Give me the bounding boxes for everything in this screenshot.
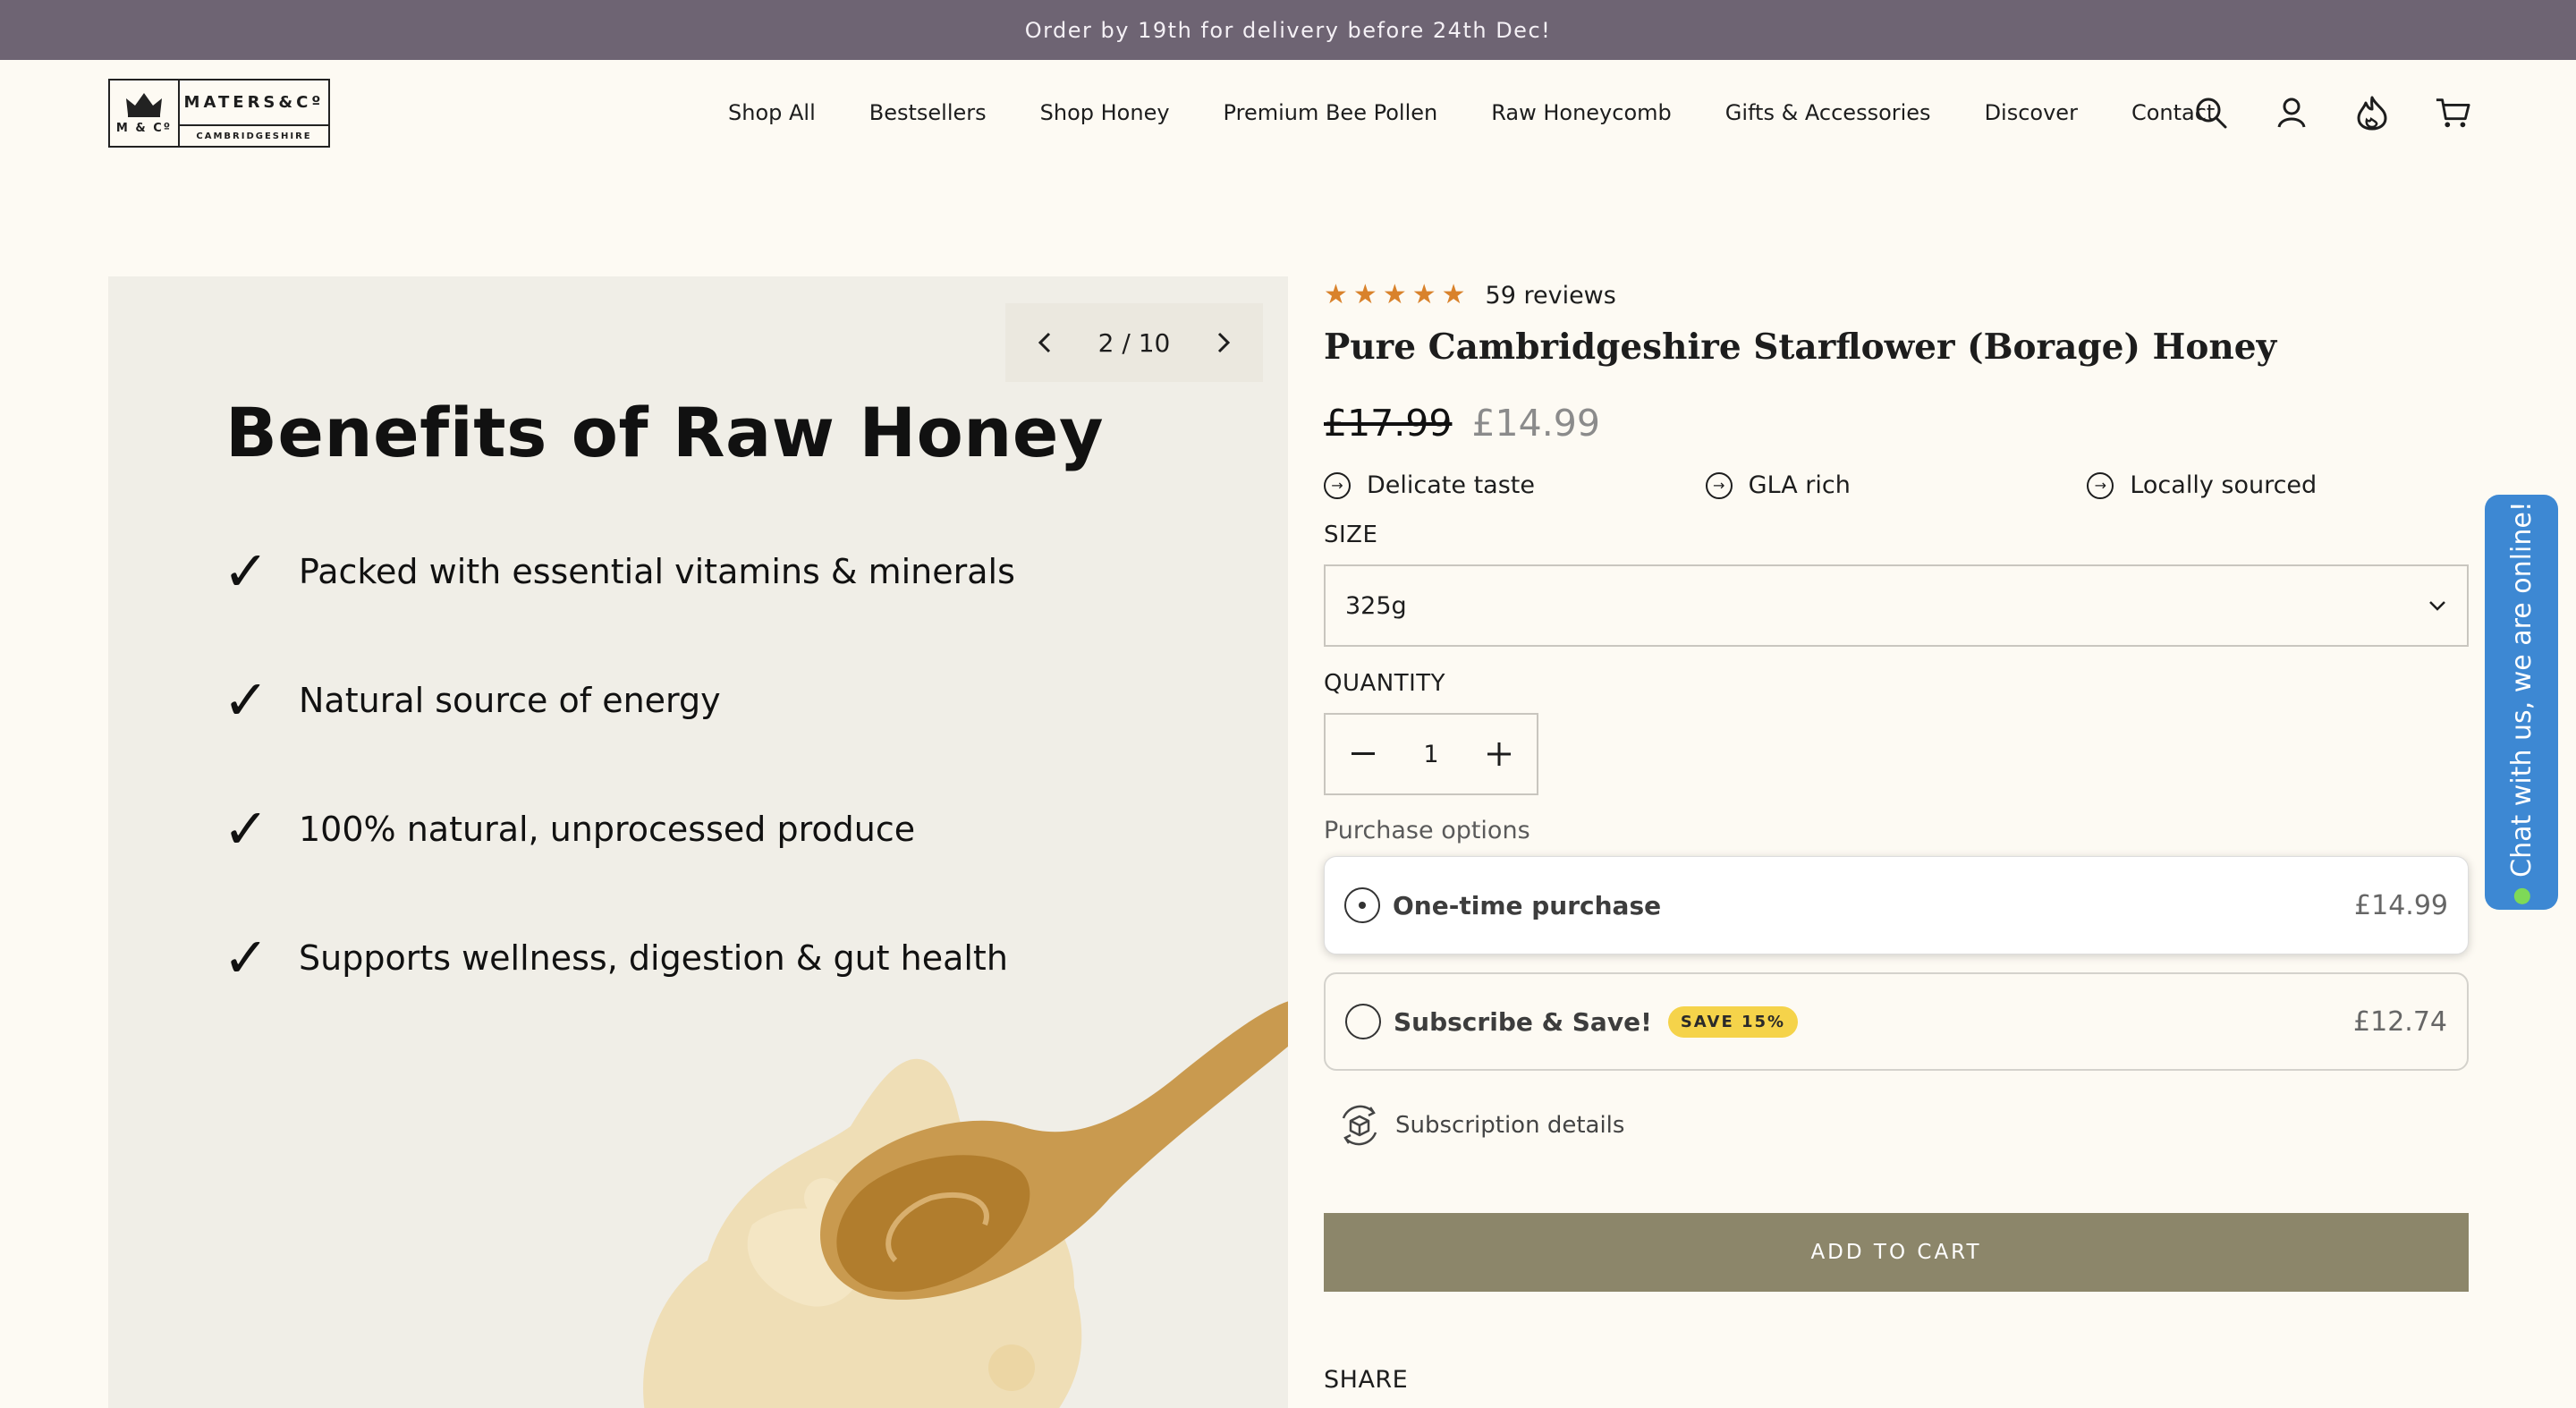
site-logo[interactable]: M & Cº MATERS&Cº CAMBRIDGESHIRE (108, 79, 330, 148)
option-price: £14.99 (2354, 889, 2448, 921)
search-icon[interactable] (2193, 92, 2229, 133)
feature-item: → Delicate taste (1324, 471, 1706, 499)
option-price: £12.74 (2353, 1005, 2447, 1038)
rating-row[interactable]: ★ ★ ★ ★ ★ 59 reviews (1324, 276, 1616, 314)
checkmark-icon: ✓ (223, 667, 269, 733)
star-icon: ★ (1352, 279, 1377, 310)
logo-monogram: M & Cº (115, 122, 173, 135)
chat-label: Chat with us, we are online! (2505, 500, 2538, 878)
purchase-options-label: Purchase options (1324, 817, 1530, 844)
nav-shop-honey[interactable]: Shop Honey (1040, 100, 1170, 125)
gallery-heading: Benefits of Raw Honey (225, 393, 1104, 472)
logo-brand: MATERS&Cº (180, 81, 328, 126)
star-icon: ★ (1411, 279, 1436, 310)
reviews-count[interactable]: 59 reviews (1486, 282, 1616, 310)
gallery-pager: 2 / 10 (1005, 303, 1263, 382)
nav-discover[interactable]: Discover (1985, 100, 2078, 125)
benefit-text: Packed with essential vitamins & mineral… (299, 552, 1015, 591)
announcement-text: Order by 19th for delivery before 24th D… (1024, 17, 1552, 43)
minus-icon[interactable] (1347, 738, 1379, 770)
save-badge: SAVE 15% (1667, 1005, 1799, 1038)
benefit-text: 100% natural, unprocessed produce (299, 810, 916, 849)
subscribe-save-option[interactable]: Subscribe & Save! SAVE 15% £12.74 (1324, 972, 2469, 1071)
logo-county: CAMBRIDGESHIRE (196, 131, 312, 141)
checkmark-icon: ✓ (223, 539, 269, 604)
benefit-text: Supports wellness, digestion & gut healt… (299, 938, 1008, 978)
arrow-right-circle-icon: → (1705, 471, 1733, 499)
account-icon[interactable] (2274, 92, 2309, 133)
announcement-bar: Order by 19th for delivery before 24th D… (0, 0, 2576, 60)
add-to-cart-button[interactable]: ADD TO CART (1324, 1213, 2469, 1292)
feature-text: Delicate taste (1367, 471, 1535, 499)
nav-gifts-accessories[interactable]: Gifts & Accessories (1725, 100, 1931, 125)
benefit-item: ✓ Supports wellness, digestion & gut heal… (223, 925, 1015, 990)
subscription-details-link[interactable]: Subscription details (1395, 1112, 1624, 1139)
radio-unselected[interactable] (1345, 1004, 1381, 1039)
chat-widget-tab[interactable]: Chat with us, we are online! (2485, 495, 2558, 910)
star-icon: ★ (1382, 279, 1407, 310)
share-label[interactable]: SHARE (1324, 1366, 1408, 1394)
original-price: £17.99 (1324, 402, 1453, 445)
size-label: SIZE (1324, 522, 1378, 548)
plus-icon[interactable] (1483, 738, 1515, 770)
benefit-item: ✓ Packed with essential vitamins & minera… (223, 539, 1015, 604)
benefits-list: ✓ Packed with essential vitamins & minera… (223, 539, 1015, 1060)
star-icon: ★ (1441, 279, 1466, 310)
subscription-box-icon (1342, 1105, 1377, 1146)
feature-text: Locally sourced (2130, 471, 2318, 499)
benefit-text: Natural source of energy (299, 681, 721, 720)
benefit-item: ✓ 100% natural, unprocessed produce (223, 796, 1015, 861)
size-value: 325g (1345, 591, 1407, 620)
quantity-value[interactable]: 1 (1423, 741, 1438, 768)
main-nav: Shop All Bestsellers Shop Honey Premium … (728, 95, 2215, 131)
crown-icon (126, 93, 162, 117)
star-icon: ★ (1324, 279, 1348, 310)
product-title: Pure Cambridgeshire Starflower (Borage) … (1324, 327, 2277, 368)
product-gallery: 2 / 10 Benefits of Raw Honey ✓ Packed wit… (108, 276, 1288, 1408)
nav-shop-all[interactable]: Shop All (728, 100, 816, 125)
cart-icon[interactable] (2435, 92, 2470, 133)
header-icons (2193, 92, 2470, 133)
price-block: £17.99 £14.99 (1324, 402, 1600, 445)
star-rating: ★ ★ ★ ★ ★ (1324, 282, 1466, 309)
nav-premium-bee-pollen[interactable]: Premium Bee Pollen (1224, 100, 1438, 125)
subscription-details[interactable]: Subscription details (1335, 1100, 1624, 1150)
sale-price: £14.99 (1471, 402, 1600, 445)
one-time-purchase-option[interactable]: One-time purchase £14.99 (1324, 856, 2469, 954)
size-select[interactable]: 325g (1324, 564, 2469, 647)
quantity-stepper: 1 (1324, 713, 1538, 795)
logo-crown-box: M & Cº (110, 81, 180, 146)
chevron-right-icon[interactable] (1211, 330, 1236, 355)
arrow-right-circle-icon: → (2087, 471, 2114, 499)
gallery-page-indicator: 2 / 10 (1097, 327, 1171, 358)
nav-raw-honeycomb[interactable]: Raw Honeycomb (1491, 100, 1672, 125)
option-name: Subscribe & Save! (1394, 1006, 1652, 1037)
feature-item: → GLA rich (1705, 471, 2088, 499)
honey-spoon-image (643, 1001, 1288, 1408)
feature-text: GLA rich (1748, 471, 1851, 499)
loyalty-flame-icon[interactable] (2354, 92, 2390, 133)
chevron-left-icon[interactable] (1032, 330, 1057, 355)
feature-list: → Delicate taste → GLA rich → Locally so… (1324, 471, 2469, 499)
option-name: One-time purchase (1393, 890, 1662, 920)
feature-item: → Locally sourced (2087, 471, 2469, 499)
radio-selected[interactable] (1344, 887, 1380, 923)
online-status-icon (2513, 887, 2530, 904)
benefit-item: ✓ Natural source of energy (223, 667, 1015, 733)
checkmark-icon: ✓ (223, 925, 269, 990)
chevron-down-icon (2429, 601, 2445, 611)
nav-bestsellers[interactable]: Bestsellers (869, 100, 987, 125)
checkmark-icon: ✓ (223, 796, 269, 861)
arrow-right-circle-icon: → (1324, 471, 1351, 499)
quantity-label: QUANTITY (1324, 670, 1446, 697)
